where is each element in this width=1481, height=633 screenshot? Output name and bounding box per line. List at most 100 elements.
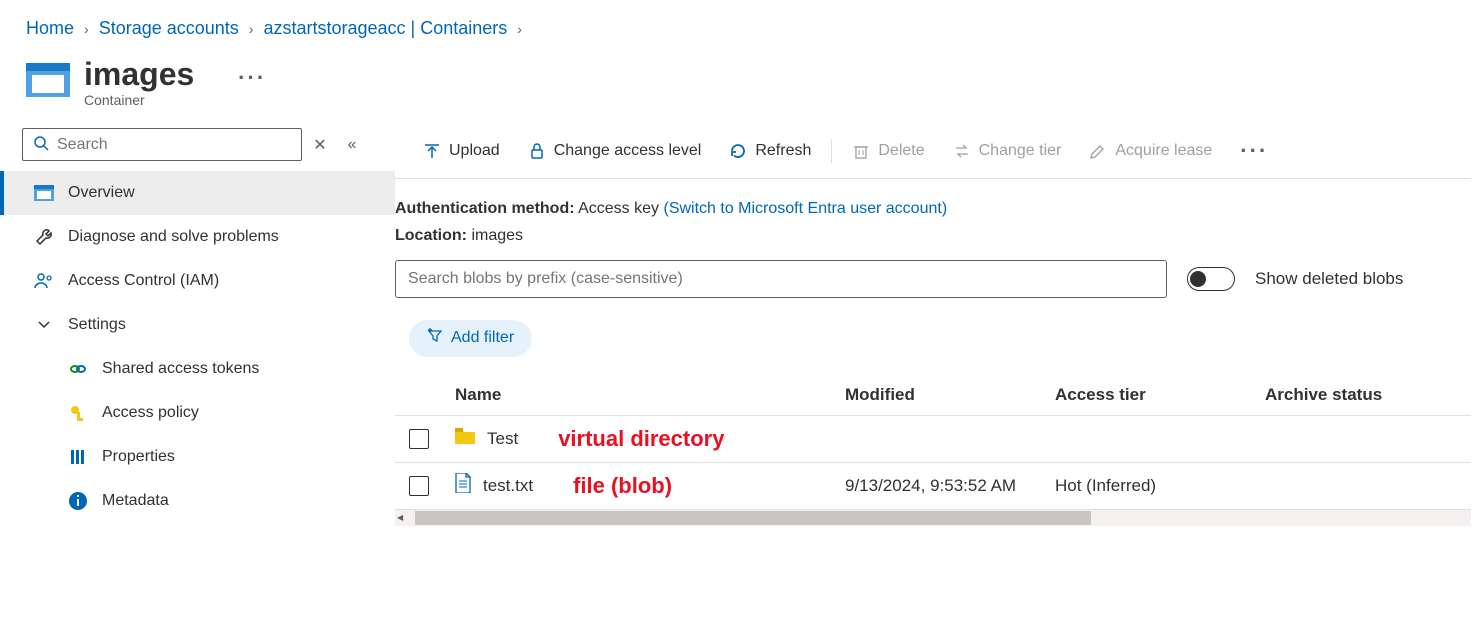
sidebar-item-overview[interactable]: Overview: [0, 171, 395, 215]
upload-button[interactable]: Upload: [409, 136, 514, 166]
auth-method-label: Authentication method:: [395, 200, 575, 217]
blobs-table: Name Modified Access tier Archive status…: [395, 375, 1471, 510]
auth-method-value: Access key: [578, 200, 659, 217]
sidebar-item-label: Access Control (IAM): [68, 272, 219, 290]
sidebar-item-label: Access policy: [102, 404, 199, 422]
acquire-lease-button: Acquire lease: [1075, 136, 1226, 166]
horizontal-scrollbar[interactable]: [395, 510, 1471, 526]
table-header-row: Name Modified Access tier Archive status: [395, 375, 1471, 416]
button-label: Add filter: [451, 329, 514, 347]
col-tier[interactable]: Access tier: [1047, 375, 1257, 416]
sidebar-item-metadata[interactable]: Metadata: [0, 479, 395, 523]
info-icon: [68, 491, 88, 511]
col-modified[interactable]: Modified: [837, 375, 1047, 416]
location-label: Location:: [395, 227, 467, 244]
blob-search[interactable]: [395, 260, 1167, 298]
wrench-icon: [34, 227, 54, 247]
search-icon: [33, 135, 49, 154]
annotation: file (blob): [545, 473, 672, 499]
collapse-sidebar-button[interactable]: «: [338, 131, 366, 159]
row-modified: 9/13/2024, 9:53:52 AM: [837, 462, 1047, 509]
sidebar-item-label: Overview: [68, 184, 135, 202]
sidebar: ✕ « Overview Diagnose and solve problems: [0, 128, 395, 525]
button-label: Acquire lease: [1115, 142, 1212, 160]
file-icon: [455, 473, 471, 498]
delete-button: Delete: [838, 136, 938, 166]
folder-icon: [455, 428, 475, 449]
show-deleted-toggle[interactable]: [1187, 267, 1235, 291]
page-title: images: [84, 57, 194, 92]
change-access-level-button[interactable]: Change access level: [514, 136, 716, 166]
add-filter-button[interactable]: Add filter: [409, 320, 532, 357]
sidebar-item-label: Properties: [102, 448, 175, 466]
sidebar-group-settings[interactable]: Settings: [0, 303, 395, 347]
key-icon: [68, 403, 88, 423]
lease-icon: [1089, 142, 1107, 160]
link-icon: [68, 359, 88, 379]
chevron-down-icon: [34, 315, 54, 335]
sidebar-search-input[interactable]: [57, 136, 291, 154]
location-value: images: [471, 227, 523, 244]
swap-icon: [953, 142, 971, 160]
row-name: test.txt: [483, 476, 533, 496]
breadcrumb-home[interactable]: Home: [26, 18, 74, 39]
row-name: Test: [487, 429, 518, 449]
page-header: images ··· Container: [0, 47, 1481, 128]
toggle-knob: [1190, 271, 1206, 287]
sidebar-item-sas[interactable]: Shared access tokens: [0, 347, 395, 391]
table-row[interactable]: Test virtual directory: [395, 415, 1471, 462]
change-tier-button: Change tier: [939, 136, 1076, 166]
breadcrumb-container[interactable]: azstartstorageacc | Containers: [263, 18, 507, 39]
switch-auth-link[interactable]: (Switch to Microsoft Entra user account): [663, 200, 947, 217]
chevron-right-icon: ›: [517, 21, 522, 37]
more-actions-button[interactable]: ···: [238, 65, 266, 91]
show-deleted-label: Show deleted blobs: [1255, 269, 1403, 289]
row-modified: [837, 415, 1047, 462]
sidebar-item-label: Diagnose and solve problems: [68, 228, 279, 246]
refresh-button[interactable]: Refresh: [715, 136, 825, 166]
blob-search-input[interactable]: [395, 260, 1167, 298]
sidebar-item-iam[interactable]: Access Control (IAM): [0, 259, 395, 303]
row-checkbox[interactable]: [409, 476, 429, 496]
upload-icon: [423, 142, 441, 160]
info-bar: Authentication method: Access key (Switc…: [395, 179, 1471, 259]
breadcrumb-storage-accounts[interactable]: Storage accounts: [99, 18, 239, 39]
toolbar: Upload Change access level Refresh Delet…: [395, 128, 1471, 179]
sidebar-item-label: Shared access tokens: [102, 360, 259, 378]
breadcrumb: Home › Storage accounts › azstartstorage…: [0, 0, 1481, 47]
sidebar-item-diagnose[interactable]: Diagnose and solve problems: [0, 215, 395, 259]
toolbar-separator: [831, 139, 832, 163]
container-icon: [34, 183, 54, 203]
table-row[interactable]: test.txt file (blob) 9/13/2024, 9:53:52 …: [395, 462, 1471, 509]
sidebar-item-label: Settings: [68, 316, 126, 334]
scrollbar-thumb[interactable]: [415, 511, 1090, 525]
button-label: Change access level: [554, 142, 702, 160]
lock-icon: [528, 142, 546, 160]
clear-search-button[interactable]: ✕: [306, 131, 334, 159]
refresh-icon: [729, 142, 747, 160]
col-name[interactable]: Name: [447, 375, 837, 416]
col-archive[interactable]: Archive status: [1257, 375, 1471, 416]
row-tier: [1047, 415, 1257, 462]
row-tier: Hot (Inferred): [1047, 462, 1257, 509]
sidebar-search[interactable]: [22, 128, 302, 161]
sidebar-item-access-policy[interactable]: Access policy: [0, 391, 395, 435]
chevron-right-icon: ›: [84, 21, 89, 37]
main-content: Upload Change access level Refresh Delet…: [395, 128, 1481, 525]
add-filter-icon: [427, 328, 443, 349]
sidebar-item-properties[interactable]: Properties: [0, 435, 395, 479]
button-label: Upload: [449, 142, 500, 160]
sidebar-item-label: Metadata: [102, 492, 169, 510]
annotation: virtual directory: [530, 426, 724, 452]
properties-icon: [68, 447, 88, 467]
people-icon: [34, 271, 54, 291]
page-subtitle: Container: [84, 92, 266, 108]
chevron-right-icon: ›: [249, 21, 254, 37]
button-label: Change tier: [979, 142, 1062, 160]
container-icon: [26, 63, 70, 97]
button-label: Refresh: [755, 142, 811, 160]
button-label: Delete: [878, 142, 924, 160]
toolbar-more-button[interactable]: ···: [1226, 138, 1282, 164]
trash-icon: [852, 142, 870, 160]
row-checkbox[interactable]: [409, 429, 429, 449]
